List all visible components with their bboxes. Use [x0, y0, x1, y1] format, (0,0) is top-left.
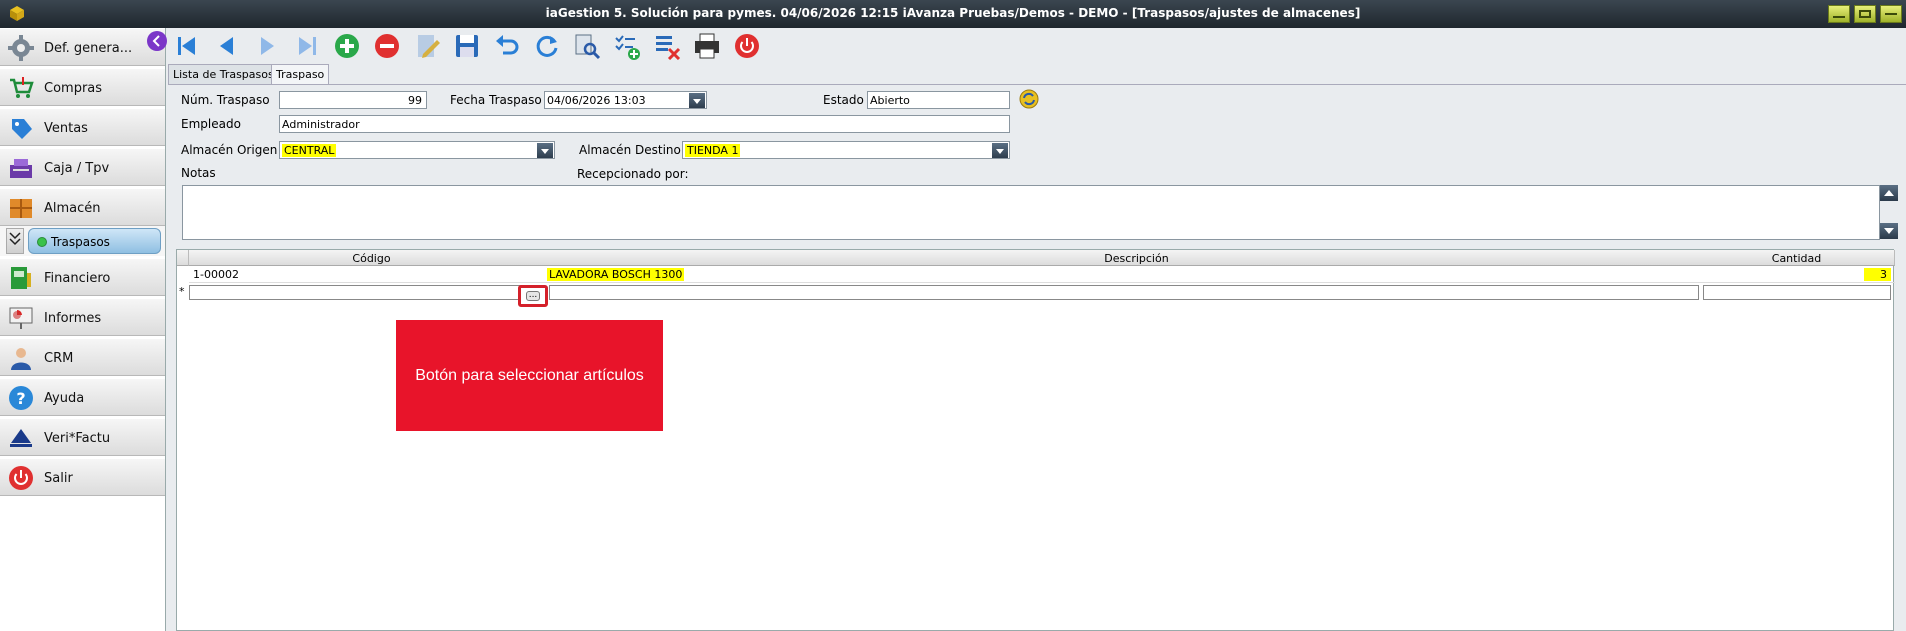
- next-record-icon[interactable]: [253, 32, 281, 60]
- verifactu-icon: [10, 429, 32, 447]
- new-row-descripcion-field[interactable]: [549, 285, 1699, 300]
- checklist-remove-icon[interactable]: [653, 32, 681, 60]
- sidebar-item-label: Caja / Tpv: [44, 161, 110, 176]
- fecha-traspaso-label: Fecha Traspaso: [450, 93, 542, 107]
- undo-icon[interactable]: [493, 32, 521, 60]
- chevron-down-icon[interactable]: [537, 143, 553, 158]
- sidebar-subsection-almacen: Traspasos: [0, 226, 165, 256]
- sales-tag-icon: [12, 119, 32, 139]
- chevron-down-icon[interactable]: [992, 143, 1008, 158]
- date-dropdown-icon[interactable]: [689, 93, 705, 108]
- empleado-label: Empleado: [181, 117, 241, 131]
- estado-field[interactable]: Abierto: [867, 91, 1010, 109]
- warehouse-icon: [10, 199, 32, 218]
- sidebar-item-almacen[interactable]: Almacén: [0, 188, 165, 226]
- sidebar-item-caja-tpv[interactable]: Caja / Tpv: [0, 148, 165, 186]
- edit-icon[interactable]: [413, 32, 441, 60]
- sidebar: Def. genera... Compras Ventas Caja / Tpv…: [0, 28, 166, 631]
- finance-icon: [11, 267, 31, 289]
- status-dot-icon: [37, 237, 47, 247]
- add-icon[interactable]: [333, 32, 361, 60]
- sidebar-item-label: CRM: [44, 351, 74, 366]
- sidebar-item-label: Ayuda: [44, 391, 85, 406]
- first-record-icon[interactable]: [173, 32, 201, 60]
- collapse-sidebar-button[interactable]: [147, 31, 167, 51]
- sidebar-item-label: Almacén: [44, 201, 101, 216]
- sidebar-subitem-traspasos[interactable]: Traspasos: [28, 228, 161, 254]
- almacen-destino-label: Almacén Destino: [579, 143, 681, 157]
- new-row-cantidad-field[interactable]: [1703, 285, 1891, 300]
- sidebar-item-label: Salir: [44, 471, 73, 486]
- gear-icon: [8, 35, 34, 61]
- estado-label: Estado: [823, 93, 864, 107]
- delete-icon[interactable]: [373, 32, 401, 60]
- select-articles-button[interactable]: ...: [518, 285, 548, 307]
- sidebar-item-label: Ventas: [44, 121, 88, 136]
- notas-label: Notas: [181, 166, 216, 180]
- column-header-codigo[interactable]: Código: [189, 250, 555, 266]
- refresh-icon[interactable]: [533, 32, 561, 60]
- save-icon[interactable]: [453, 32, 481, 60]
- sidebar-item-label: Informes: [44, 311, 102, 326]
- sidebar-item-compras[interactable]: Compras: [0, 68, 165, 106]
- sidebar-item-label: Def. genera...: [44, 41, 133, 56]
- sidebar-item-crm[interactable]: CRM: [0, 338, 165, 376]
- scroll-down-icon[interactable]: [1880, 223, 1898, 239]
- cart-icon: [10, 77, 34, 98]
- notas-textarea[interactable]: [182, 185, 1880, 240]
- almacen-origen-select[interactable]: CENTRAL: [279, 141, 555, 159]
- ellipsis-icon: ...: [526, 291, 540, 301]
- sidebar-item-financiero[interactable]: Financiero: [0, 258, 165, 296]
- previous-record-icon[interactable]: [213, 32, 241, 60]
- power-icon: [9, 466, 33, 490]
- fecha-traspaso-field[interactable]: 04/06/2026 13:03: [544, 91, 707, 109]
- column-header-descripcion[interactable]: Descripción: [543, 250, 1731, 266]
- sidebar-item-verifactu[interactable]: Veri*Factu: [0, 418, 165, 456]
- checklist-add-icon[interactable]: [613, 32, 641, 60]
- print-icon[interactable]: [693, 32, 721, 60]
- tab-traspaso[interactable]: Traspaso: [271, 64, 330, 84]
- recepcionado-label: Recepcionado por:: [577, 167, 689, 181]
- close-window-button[interactable]: [1880, 5, 1902, 23]
- sidebar-item-def-general[interactable]: Def. genera...: [0, 28, 165, 66]
- almacen-destino-select[interactable]: TIENDA 1: [682, 141, 1010, 159]
- table-row-codigo[interactable]: 1-00002: [189, 266, 543, 283]
- new-row-codigo-field[interactable]: [189, 285, 543, 300]
- sidebar-item-informes[interactable]: Informes: [0, 298, 165, 336]
- row-header-corner: [177, 250, 189, 266]
- num-traspaso-field[interactable]: 99: [279, 91, 427, 109]
- minimize-button[interactable]: [1828, 5, 1850, 23]
- num-traspaso-label: Núm. Traspaso: [181, 93, 270, 107]
- window-title: iaGestion 5. Solución para pymes. 04/06/…: [545, 6, 1361, 20]
- help-icon: ?: [9, 386, 33, 410]
- estado-refresh-icon[interactable]: [1019, 89, 1039, 109]
- maximize-button[interactable]: [1854, 5, 1876, 23]
- sidebar-item-label: Financiero: [44, 271, 111, 286]
- empleado-field[interactable]: Administrador: [279, 115, 1010, 133]
- table-row-cantidad[interactable]: 3: [1699, 266, 1895, 283]
- tab-lista-traspasos[interactable]: Lista de Traspasos: [168, 64, 279, 84]
- svg-text:?: ?: [16, 389, 25, 408]
- annotation-callout: Botón para seleccionar artículos: [396, 320, 663, 431]
- title-bar: iaGestion 5. Solución para pymes. 04/06/…: [0, 0, 1906, 28]
- search-document-icon[interactable]: [573, 32, 601, 60]
- chevron-collapse-icon[interactable]: [6, 228, 24, 254]
- table-row-descripcion[interactable]: LAVADORA BOSCH 1300: [543, 266, 1699, 283]
- cash-register-icon: [10, 159, 32, 178]
- power-off-icon[interactable]: [733, 32, 761, 60]
- report-chart-icon: [9, 307, 33, 329]
- new-row-marker: *: [179, 285, 185, 298]
- almacen-origen-label: Almacén Origen: [181, 143, 278, 157]
- sidebar-item-ventas[interactable]: Ventas: [0, 108, 165, 146]
- column-header-cantidad[interactable]: Cantidad: [1699, 250, 1895, 266]
- articles-grid: Código Descripción Cantidad 1-00002 LAVA…: [176, 249, 1895, 631]
- sidebar-item-label: Compras: [44, 81, 103, 96]
- sidebar-item-salir[interactable]: Salir: [0, 458, 165, 496]
- last-record-icon[interactable]: [293, 32, 321, 60]
- scroll-up-icon[interactable]: [1880, 185, 1898, 201]
- sidebar-item-label: Veri*Factu: [44, 431, 111, 446]
- sidebar-item-ayuda[interactable]: ? Ayuda: [0, 378, 165, 416]
- crm-person-icon: [11, 348, 31, 370]
